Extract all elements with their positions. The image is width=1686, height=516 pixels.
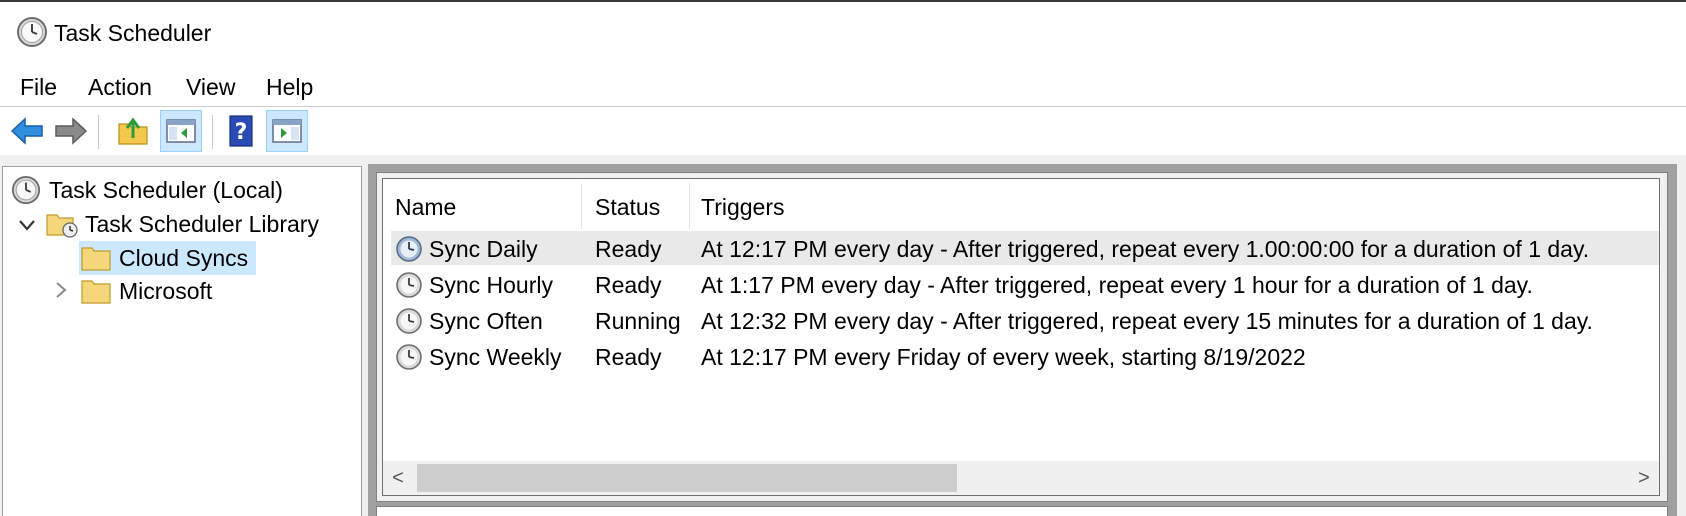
horizontal-scrollbar[interactable]: < > [383, 461, 1659, 495]
column-divider[interactable] [581, 183, 582, 229]
scroll-right-button[interactable]: > [1629, 461, 1659, 495]
table-row[interactable]: Sync Daily Ready At 12:17 PM every day -… [391, 231, 1659, 265]
table-row[interactable]: Sync Weekly Ready At 12:17 PM every Frid… [391, 339, 1659, 373]
table-row[interactable]: Sync Hourly Ready At 1:17 PM every day -… [391, 267, 1659, 301]
tree-item-label: Task Scheduler Library [85, 210, 319, 237]
scroll-left-button[interactable]: < [383, 461, 413, 495]
task-status: Ready [595, 344, 662, 370]
task-name: Sync Hourly [429, 272, 553, 298]
svg-text:?: ? [235, 120, 248, 145]
task-status: Ready [595, 236, 662, 262]
column-header-status[interactable]: Status [595, 187, 660, 227]
console-tree-icon [166, 119, 196, 143]
help-button[interactable]: ? [220, 110, 262, 152]
task-status: Running [595, 308, 681, 334]
toolbar-separator [98, 115, 99, 149]
folder-icon [81, 247, 111, 271]
action-pane-icon [272, 119, 302, 143]
up-folder-button[interactable] [112, 110, 154, 152]
forward-arrow-icon [55, 117, 88, 145]
scrollbar-thumb[interactable] [417, 464, 957, 492]
toolbar: ? [0, 107, 1686, 155]
toolbar-separator [212, 115, 213, 149]
scroll-right-arrow-icon: > [1638, 466, 1650, 489]
clock-icon [11, 175, 41, 205]
scroll-left-arrow-icon: < [392, 466, 404, 489]
window-title: Task Scheduler [54, 20, 212, 46]
column-header-name[interactable]: Name [395, 187, 456, 227]
task-triggers: At 1:17 PM every day - After triggered, … [701, 272, 1533, 298]
menu-bar: File Action View Help [0, 66, 1686, 106]
column-header-triggers[interactable]: Triggers [701, 187, 785, 227]
menu-help[interactable]: Help [262, 72, 317, 103]
column-divider[interactable] [689, 183, 690, 229]
task-clock-icon [396, 236, 422, 262]
show-hide-action-pane-button[interactable] [266, 110, 308, 152]
title-bar: Task Scheduler [0, 2, 1686, 62]
task-clock-icon [396, 272, 422, 298]
tree-item-task-scheduler-library[interactable]: Task Scheduler Library [45, 207, 319, 241]
tree-item-label: Microsoft [119, 277, 213, 304]
folder-icon [81, 280, 111, 304]
task-triggers: At 12:17 PM every day - After triggered,… [701, 236, 1590, 262]
tree-item-cloud-syncs[interactable]: Cloud Syncs [79, 241, 257, 275]
show-hide-console-tree-button[interactable] [160, 110, 202, 152]
menu-action[interactable]: Action [84, 72, 156, 103]
task-status: Ready [595, 272, 662, 298]
task-name: Sync Daily [429, 236, 538, 262]
clock-icon [17, 17, 47, 47]
back-arrow-icon [10, 117, 43, 145]
chevron-down-icon[interactable] [17, 215, 37, 235]
back-button[interactable] [6, 110, 48, 152]
menu-file[interactable]: File [16, 72, 61, 103]
task-list: Name Status Triggers Sync Daily Ready At… [382, 178, 1660, 496]
task-name: Sync Weekly [429, 344, 562, 370]
help-icon: ? [229, 115, 253, 147]
folder-clock-icon [46, 214, 78, 238]
chevron-right-icon[interactable] [51, 280, 71, 300]
console-tree: Task Scheduler (Local) Task Scheduler Li… [2, 166, 362, 516]
task-name: Sync Often [429, 308, 543, 334]
vertical-scrollbar[interactable] [1676, 164, 1686, 516]
task-clock-icon [396, 308, 422, 334]
table-row[interactable]: Sync Often Running At 12:32 PM every day… [391, 303, 1659, 337]
tree-item-microsoft[interactable]: Microsoft [79, 274, 212, 308]
forward-button[interactable] [50, 110, 92, 152]
task-clock-icon [396, 344, 422, 370]
up-folder-icon [118, 117, 148, 145]
tree-item-label: Cloud Syncs [119, 244, 249, 271]
task-triggers: At 12:17 PM every Friday of every week, … [701, 344, 1306, 370]
menu-view[interactable]: View [182, 72, 239, 103]
tree-item-task-scheduler-local[interactable]: Task Scheduler (Local) [9, 173, 283, 207]
task-triggers: At 12:32 PM every day - After triggered,… [701, 308, 1593, 334]
tree-item-label: Task Scheduler (Local) [49, 176, 283, 203]
details-pane-edge [376, 506, 1668, 516]
